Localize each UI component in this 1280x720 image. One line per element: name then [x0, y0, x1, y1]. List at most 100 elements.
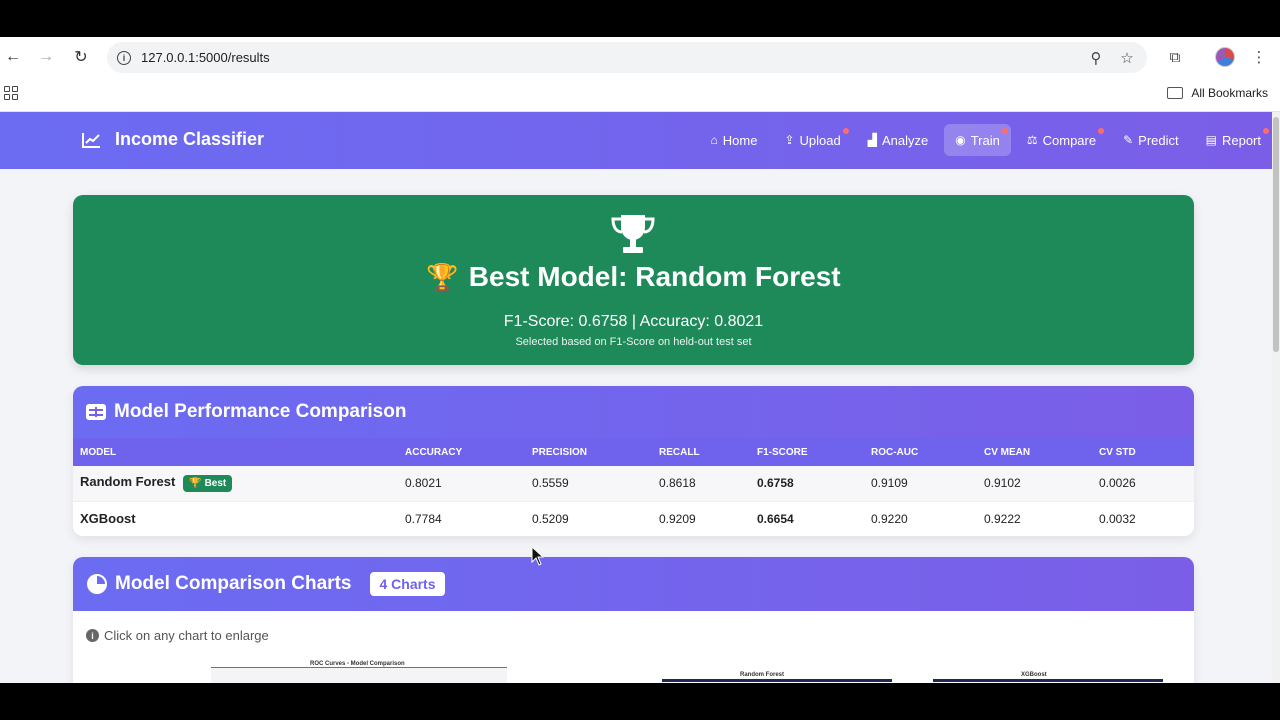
nav-predict[interactable]: ✎ Predict [1112, 124, 1190, 156]
table-row: XGBoost 0.7784 0.5209 0.9209 0.6654 0.9220 0.9… [73, 501, 1194, 536]
precision-cell: 0.5209 [532, 511, 569, 526]
home-icon: ⌂ [710, 133, 718, 147]
cv-mean-cell: 0.9102 [984, 476, 1021, 491]
column-header[interactable]: RECALL [652, 438, 750, 466]
precision-cell: 0.5559 [532, 476, 569, 491]
notification-dot [1098, 128, 1105, 134]
scale-icon: ⚖ [1026, 133, 1038, 147]
charts-title: Model Comparison Charts [115, 573, 352, 594]
recall-cell: 0.9209 [659, 511, 696, 526]
nav-upload[interactable]: ⇪ Upload [773, 124, 851, 156]
recall-cell: 0.8618 [659, 476, 696, 491]
nav-label: Compare [1042, 132, 1097, 148]
zoom-icon[interactable]: ⚲ [1087, 49, 1105, 67]
nav-home[interactable]: ⌂ Home [700, 124, 769, 156]
model-name: XGBoost [80, 511, 136, 527]
xgboost-chart-thumbnail[interactable] [933, 679, 1163, 683]
apps-grid-icon[interactable] [4, 86, 18, 100]
cv-std-cell: 0.0032 [1099, 511, 1136, 526]
performance-title: Model Performance Comparison [114, 401, 407, 422]
main-menu: ⌂ Home ⇪ Upload ▟ Analyze ◉ Train ⚖ Compare ✎ Predi… [695, 124, 1272, 156]
pie-chart-icon [87, 574, 107, 594]
all-bookmarks-button[interactable]: All Bookmarks [1167, 86, 1268, 100]
charts-count-badge: 4 Charts [370, 572, 445, 596]
random-forest-chart-thumbnail[interactable] [662, 679, 892, 683]
nav-label: Train [970, 132, 1000, 148]
all-bookmarks-label: All Bookmarks [1191, 86, 1268, 100]
model-name: Random Forest [80, 474, 176, 490]
best-model-title: 🏆 Best Model: Random Forest [426, 261, 841, 292]
extensions-icon[interactable]: ⧉ [1165, 47, 1185, 67]
line-chart-icon [82, 132, 100, 148]
chart-thumb-title: Random Forest [740, 672, 785, 678]
bookmarks-bar: All Bookmarks [0, 77, 1280, 112]
best-model-banner: 🏆 Best Model: Random Forest F1-Score: 0.… [73, 195, 1194, 365]
column-header[interactable]: CV MEAN [977, 438, 1092, 466]
best-model-metrics: F1-Score: 0.6758 | Accuracy: 0.8021 [503, 313, 764, 330]
nav-label: Home [722, 132, 758, 148]
nav-label: Report [1221, 132, 1261, 148]
best-badge: 🏆 Best [183, 475, 233, 493]
reload-icon[interactable]: ↻ [71, 47, 91, 67]
nav-train[interactable]: ◉ Train [944, 124, 1011, 156]
accuracy-cell: 0.8021 [405, 476, 442, 491]
model-cell: XGBoost [73, 501, 398, 536]
chrome-menu-icon[interactable]: ⋮ [1249, 47, 1269, 67]
table-header-row: MODEL ACCURACY PRECISION RECALL F1-SCORE ROC-… [73, 438, 1194, 466]
scrollbar-thumb[interactable] [1273, 117, 1279, 352]
brand-name: Income Classifier [115, 129, 265, 149]
info-icon: i [86, 629, 99, 642]
cv-std-cell: 0.0026 [1099, 476, 1136, 491]
roc-chart-thumbnail[interactable] [211, 667, 507, 683]
nav-report[interactable]: ▤ Report [1195, 124, 1272, 156]
f1-cell: 0.6654 [757, 511, 794, 526]
file-icon: ▤ [1205, 133, 1217, 147]
site-info-icon[interactable]: i [117, 50, 131, 65]
column-header[interactable]: ROC-AUC [864, 438, 977, 466]
accuracy-cell: 0.7784 [405, 511, 442, 526]
url-text[interactable]: 127.0.0.1:5000/results [141, 50, 270, 65]
performance-card-header: Model Performance Comparison [73, 386, 1194, 438]
charts-hint: i Click on any chart to enlarge [86, 628, 269, 643]
model-cell: Random Forest 🏆 Best [73, 466, 398, 501]
profile-avatar[interactable] [1215, 47, 1235, 67]
column-header[interactable]: PRECISION [525, 438, 652, 466]
app-navbar: Income Classifier ⌂ Home ⇪ Upload ▟ Analyze ◉ T… [0, 112, 1272, 169]
browser-viewport: ← → ↻ i 127.0.0.1:5000/results ⚲ ☆ ⧉ ⋮ A… [0, 37, 1280, 683]
best-model-subtitle: Selected based on F1-Score on held-out t… [515, 336, 752, 348]
bookmark-star-icon[interactable]: ☆ [1118, 49, 1136, 67]
charts-card-header: Model Comparison Charts 4 Charts [73, 557, 1194, 611]
roc-auc-cell: 0.9109 [871, 476, 908, 491]
nav-compare[interactable]: ⚖ Compare [1016, 124, 1107, 156]
robot-icon: ◉ [955, 133, 966, 147]
notification-dot [842, 128, 849, 134]
column-header[interactable]: MODEL [73, 438, 398, 466]
nav-label: Upload [799, 132, 841, 148]
forward-arrow-icon[interactable]: → [36, 47, 56, 67]
roc-auc-cell: 0.9220 [871, 511, 908, 526]
upload-icon: ⇪ [784, 133, 795, 147]
column-header[interactable]: CV STD [1092, 438, 1194, 466]
nav-label: Analyze [881, 132, 929, 148]
charts-card: Model Comparison Charts 4 Charts i Click… [73, 557, 1194, 683]
table-row: Random Forest 🏆 Best 0.8021 0.5559 0.8618 0.6… [73, 466, 1194, 501]
column-header[interactable]: ACCURACY [398, 438, 525, 466]
brand[interactable]: Income Classifier [82, 129, 264, 150]
address-bar[interactable]: i 127.0.0.1:5000/results ⚲ ☆ [107, 42, 1147, 73]
pencil-icon: ✎ [1123, 133, 1134, 147]
cv-mean-cell: 0.9222 [984, 511, 1021, 526]
nav-analyze[interactable]: ▟ Analyze [857, 124, 939, 156]
column-header[interactable]: F1-SCORE [750, 438, 864, 466]
performance-card: Model Performance Comparison MODEL ACCURA… [73, 386, 1194, 536]
notification-dot [1001, 128, 1008, 134]
browser-toolbar: ← → ↻ i 127.0.0.1:5000/results ⚲ ☆ ⧉ ⋮ [0, 37, 1280, 77]
folder-icon [1167, 87, 1184, 99]
mouse-cursor-icon [531, 546, 545, 566]
notification-dot [1263, 128, 1269, 134]
nav-label: Predict [1138, 132, 1179, 148]
chart-icon: ▟ [867, 133, 877, 147]
f1-cell: 0.6758 [757, 476, 794, 491]
back-arrow-icon[interactable]: ← [3, 47, 23, 67]
trophy-icon [611, 215, 655, 253]
table-icon [86, 404, 106, 420]
